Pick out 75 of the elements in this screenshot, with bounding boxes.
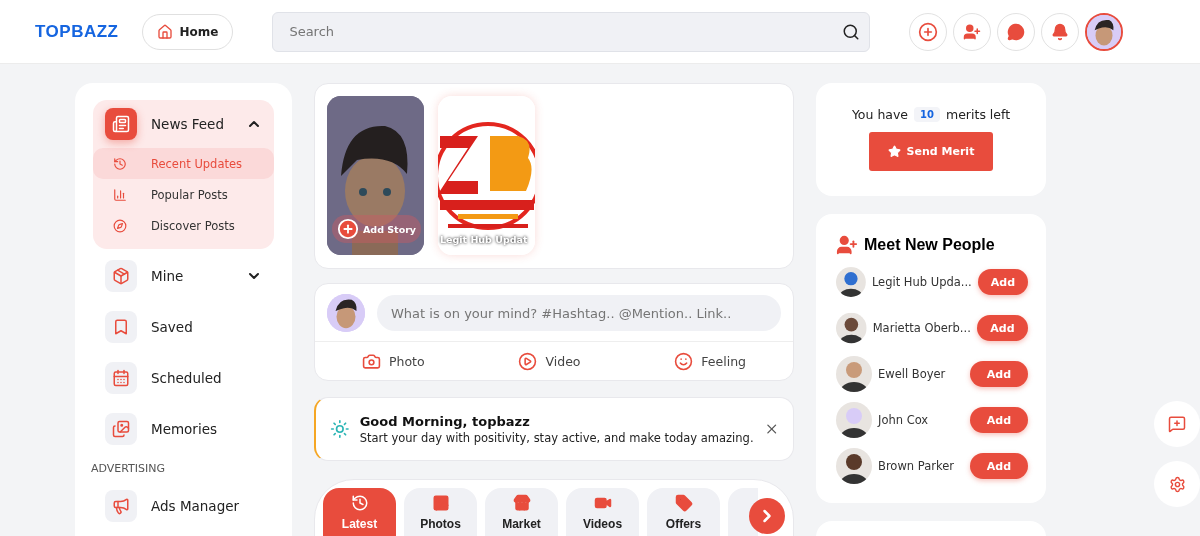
greeting-message: Start your day with positivity, stay active, and make today amazing. <box>359 430 754 445</box>
sidebar-item[interactable]: Scheduled <box>93 354 274 402</box>
feed-tab[interactable]: Videos <box>566 488 639 536</box>
megaphone-icon <box>112 497 130 515</box>
feed-tab[interactable]: Market <box>485 488 558 536</box>
new-message-button[interactable] <box>1154 401 1200 447</box>
compass-icon <box>113 218 127 233</box>
tag-icon <box>674 494 693 512</box>
section-label: ADVERTISING <box>91 462 167 475</box>
merit-text: merits left <box>946 107 1011 122</box>
sidebar-item[interactable]: Ads Manager <box>93 482 274 530</box>
box-icon <box>112 267 130 285</box>
store-icon <box>512 494 531 512</box>
sidebar-item[interactable]: News Feed <box>93 100 274 148</box>
add-button[interactable]: Add <box>970 407 1028 433</box>
profile-avatar[interactable] <box>1085 12 1124 51</box>
bell-icon <box>1051 22 1070 41</box>
user-plus-icon <box>836 234 858 256</box>
add-button[interactable]: Add <box>970 453 1028 479</box>
feed-tab[interactable]: Photos <box>404 488 477 536</box>
add-button[interactable]: Add <box>970 361 1028 387</box>
merit-count: 10 <box>914 107 940 122</box>
chat-bubble-icon <box>1007 22 1026 41</box>
home-icon <box>157 23 174 40</box>
calendar-icon <box>112 369 130 387</box>
plus-circle-icon <box>918 21 939 42</box>
star-icon <box>887 145 901 158</box>
sidebar-item[interactable]: Saved <box>93 303 274 351</box>
card-title: Meet New People <box>864 236 995 254</box>
add-button[interactable]: Add <box>976 315 1028 341</box>
post-input[interactable]: What is on your mind? #Hashtag.. @Mention.. Link.. <box>377 295 781 331</box>
history-icon <box>113 156 127 171</box>
play-icon <box>518 351 538 371</box>
sidebar-item[interactable]: Memories <box>93 405 274 453</box>
message-plus-icon <box>1168 415 1186 433</box>
smile-icon <box>674 351 694 371</box>
feed-tab[interactable]: Latest <box>323 488 396 536</box>
next-button[interactable] <box>749 498 785 534</box>
home-button[interactable]: Home <box>142 13 234 50</box>
photos-icon <box>112 420 130 438</box>
post-action-button[interactable]: Photo <box>355 350 431 372</box>
settings-button[interactable] <box>1154 461 1200 507</box>
friends-button[interactable] <box>953 12 992 51</box>
camera-icon <box>361 351 381 371</box>
search-field[interactable]: Search <box>272 11 871 52</box>
post-action-button[interactable]: Video <box>512 350 587 372</box>
post-action-button[interactable]: Feeling <box>668 350 753 372</box>
add-story-button[interactable]: Add Story <box>332 215 422 243</box>
feed-tab[interactable]: Offers <box>647 488 720 536</box>
person-name[interactable]: Brown Parker <box>878 459 964 473</box>
submenu-item[interactable]: Popular Posts <box>93 179 274 210</box>
logo[interactable]: TOPBAZZ <box>35 21 119 42</box>
podium-icon <box>113 187 127 202</box>
person-name[interactable]: Marietta Oberb... <box>872 321 971 335</box>
notifications-button[interactable] <box>1041 12 1080 51</box>
create-button[interactable] <box>909 12 948 51</box>
history-icon <box>350 494 369 512</box>
search-icon[interactable] <box>842 22 861 41</box>
newspaper-icon <box>112 115 130 133</box>
person-name[interactable]: Ewell Boyer <box>878 367 964 381</box>
story-name: Legit Hub Updat <box>440 234 528 245</box>
submenu-item[interactable]: Discover Posts <box>93 210 274 241</box>
person-name[interactable]: John Cox <box>878 413 964 427</box>
messages-button[interactable] <box>997 12 1036 51</box>
add-button[interactable]: Add <box>977 269 1028 295</box>
greeting-title: Good Morning, topbazz <box>359 413 531 429</box>
plus-circle-icon <box>337 218 359 240</box>
image-icon <box>431 494 450 512</box>
user-plus-icon <box>963 22 982 41</box>
settings-icon <box>1168 475 1186 493</box>
bookmark-icon <box>112 318 130 336</box>
merit-text: You have <box>851 107 909 122</box>
person-name[interactable]: Legit Hub Upda... <box>871 275 972 289</box>
send-merit-button[interactable]: Send Merit <box>869 132 993 171</box>
sidebar-item[interactable]: Mine <box>93 252 274 300</box>
